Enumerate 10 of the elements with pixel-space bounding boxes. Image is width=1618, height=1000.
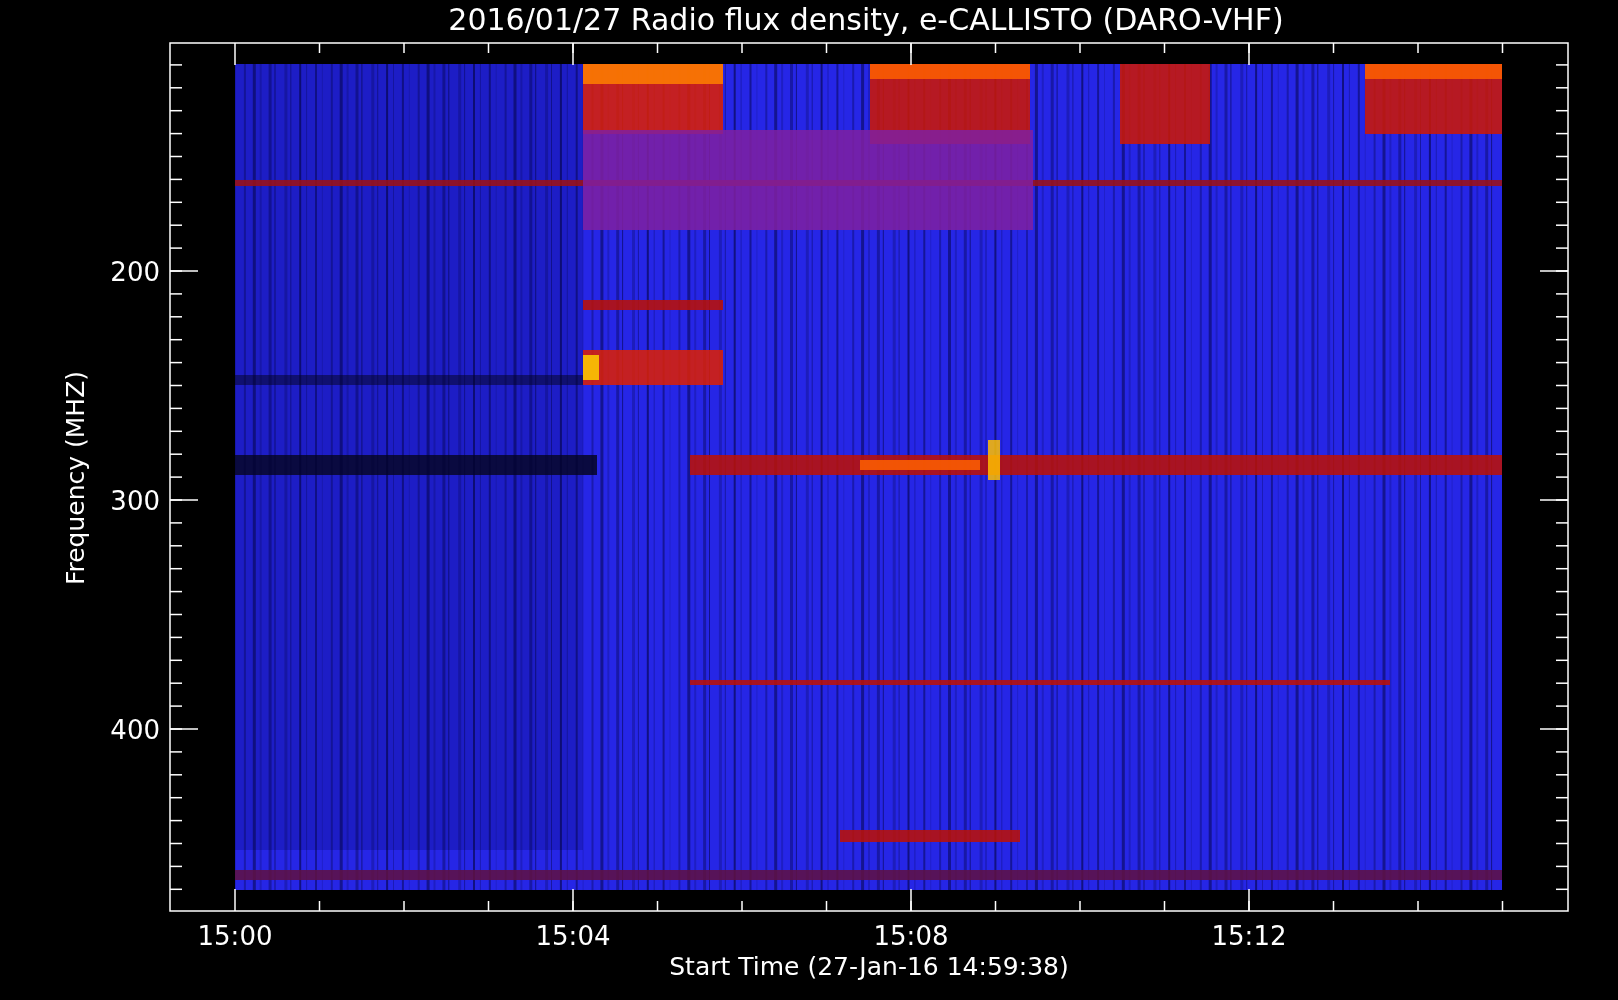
x-tick-label: 15:08 bbox=[873, 921, 949, 951]
chart-title: 2016/01/27 Radio flux density, e-CALLISTO (DARO-VHF) bbox=[448, 2, 1284, 37]
y-tick-label: 200 bbox=[110, 257, 160, 287]
x-axis-label: Start Time (27-Jan-16 14:59:38) bbox=[669, 952, 1069, 981]
y-axis-label: Frequency (MHZ) bbox=[61, 370, 90, 586]
x-tick-label: 15:04 bbox=[535, 921, 611, 951]
x-tick-label: 15:00 bbox=[197, 921, 273, 951]
y-tick-label: 400 bbox=[110, 715, 160, 745]
x-tick-label: 15:12 bbox=[1211, 921, 1287, 951]
y-tick-label: 300 bbox=[110, 486, 160, 516]
